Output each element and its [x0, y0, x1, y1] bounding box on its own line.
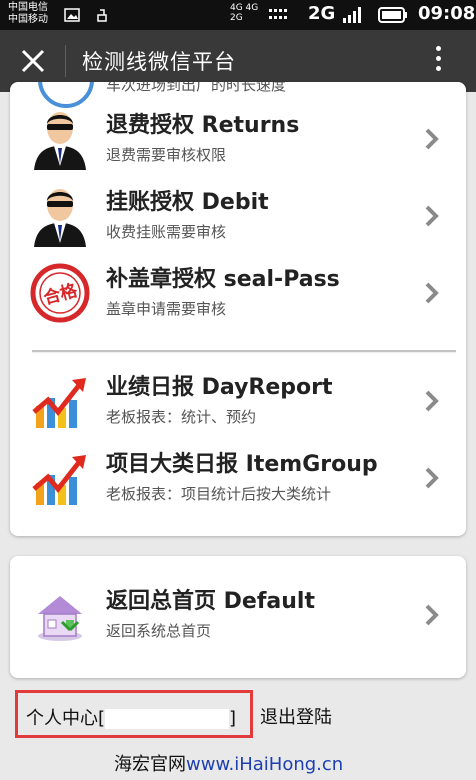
- agent-avatar-icon: [34, 189, 86, 247]
- redacted-username: [105, 709, 230, 729]
- usb-icon: [97, 9, 107, 22]
- close-icon[interactable]: [18, 44, 48, 78]
- growth-chart-icon: [32, 378, 86, 428]
- network-type: 2G: [308, 3, 336, 24]
- personal-center-link[interactable]: 个人中心[]: [15, 690, 253, 738]
- network-bottom: 2G: [230, 13, 243, 23]
- personal-center-text: 个人中心[: [26, 708, 106, 729]
- section-divider: [32, 350, 456, 353]
- menu-item-default[interactable]: 返回总首页 Default 返回系统总首页: [10, 578, 466, 654]
- chevron-right-icon: [425, 390, 439, 412]
- menu-item-title: 项目大类日报 ItemGroup: [106, 452, 378, 477]
- carrier-info: 中国电信 中国移动: [8, 2, 48, 26]
- menu-item-subtitle: 收费挂账需要审核: [106, 223, 227, 241]
- chevron-right-icon: [425, 282, 439, 304]
- menu-item-title: 退费授权 Returns: [106, 113, 300, 138]
- menu-item-title: 挂账授权 Debit: [106, 190, 269, 215]
- logout-link[interactable]: 退出登陆: [260, 703, 332, 729]
- growth-chart-icon: [32, 455, 86, 505]
- status-bar: 中国电信 中国移动 4G 4G 2G 2G 09:08: [0, 0, 476, 30]
- personal-center-bracket: ]: [229, 708, 237, 729]
- menu-item-subtitle: 老板报表：项目统计后按大类统计: [106, 485, 332, 503]
- official-site-link[interactable]: 海宏官网www.iHaiHong.cn: [114, 750, 343, 776]
- data-activity-icon: [269, 9, 287, 19]
- menu-item-subtitle: 返回系统总首页: [106, 622, 212, 640]
- menu-item-title: 业绩日报 DayReport: [106, 375, 333, 400]
- carrier-2: 中国移动: [8, 14, 48, 25]
- signal-icon: [343, 7, 361, 23]
- page-title: 检测线微信平台: [82, 50, 236, 74]
- image-icon: [64, 8, 80, 22]
- network-indicator: 4G 4G 2G: [230, 3, 258, 23]
- menu-item-title: 返回总首页 Default: [106, 589, 315, 614]
- menu-item-subtitle: 退费需要审核权限: [106, 146, 227, 164]
- chevron-right-icon: [425, 205, 439, 227]
- site-url[interactable]: www.iHaiHong.cn: [186, 754, 343, 775]
- menu-item-dayreport[interactable]: 业绩日报 DayReport 老板报表：统计、预约: [10, 364, 466, 440]
- menu-item-subtitle: 老板报表：统计、预约: [106, 408, 257, 426]
- home-icon: [38, 596, 82, 641]
- menu-item-title: 补盖章授权 seal-Pass: [106, 267, 340, 292]
- network-top: 4G 4G: [230, 3, 259, 13]
- menu-item-returns[interactable]: 退费授权 Returns 退费需要审核权限: [10, 102, 466, 178]
- home-card: 返回总首页 Default 返回系统总首页: [10, 556, 466, 678]
- app-bar-divider: [65, 45, 66, 77]
- menu-item-subtitle: 盖章申请需要审核: [106, 300, 227, 318]
- approved-stamp-icon: 合格: [30, 263, 90, 323]
- menu-item-debit[interactable]: 挂账授权 Debit 收费挂账需要审核: [10, 179, 466, 255]
- more-options-icon[interactable]: [428, 46, 448, 76]
- battery-icon: [378, 7, 407, 23]
- carrier-1: 中国电信: [8, 2, 48, 13]
- agent-avatar-icon: [34, 112, 86, 170]
- chevron-right-icon: [425, 128, 439, 150]
- site-label: 海宏官网: [114, 754, 186, 775]
- chevron-right-icon: [425, 467, 439, 489]
- partial-item-subtitle: 车次进场到出厂的时长速度: [106, 82, 287, 94]
- menu-item-itemgroup[interactable]: 项目大类日报 ItemGroup 老板报表：项目统计后按大类统计: [10, 441, 466, 517]
- personal-center-label: 个人中心[]: [26, 704, 236, 730]
- menu-card: 车次进场到出厂的时长速度 退费授权 Returns 退费需要审核权限 挂账授权 …: [10, 82, 466, 536]
- stamp-text: 合格: [41, 280, 80, 309]
- menu-item-seal-pass[interactable]: 合格 补盖章授权 seal-Pass 盖章申请需要审核: [10, 256, 466, 332]
- clock: 09:08: [418, 3, 476, 24]
- chevron-right-icon: [425, 604, 439, 626]
